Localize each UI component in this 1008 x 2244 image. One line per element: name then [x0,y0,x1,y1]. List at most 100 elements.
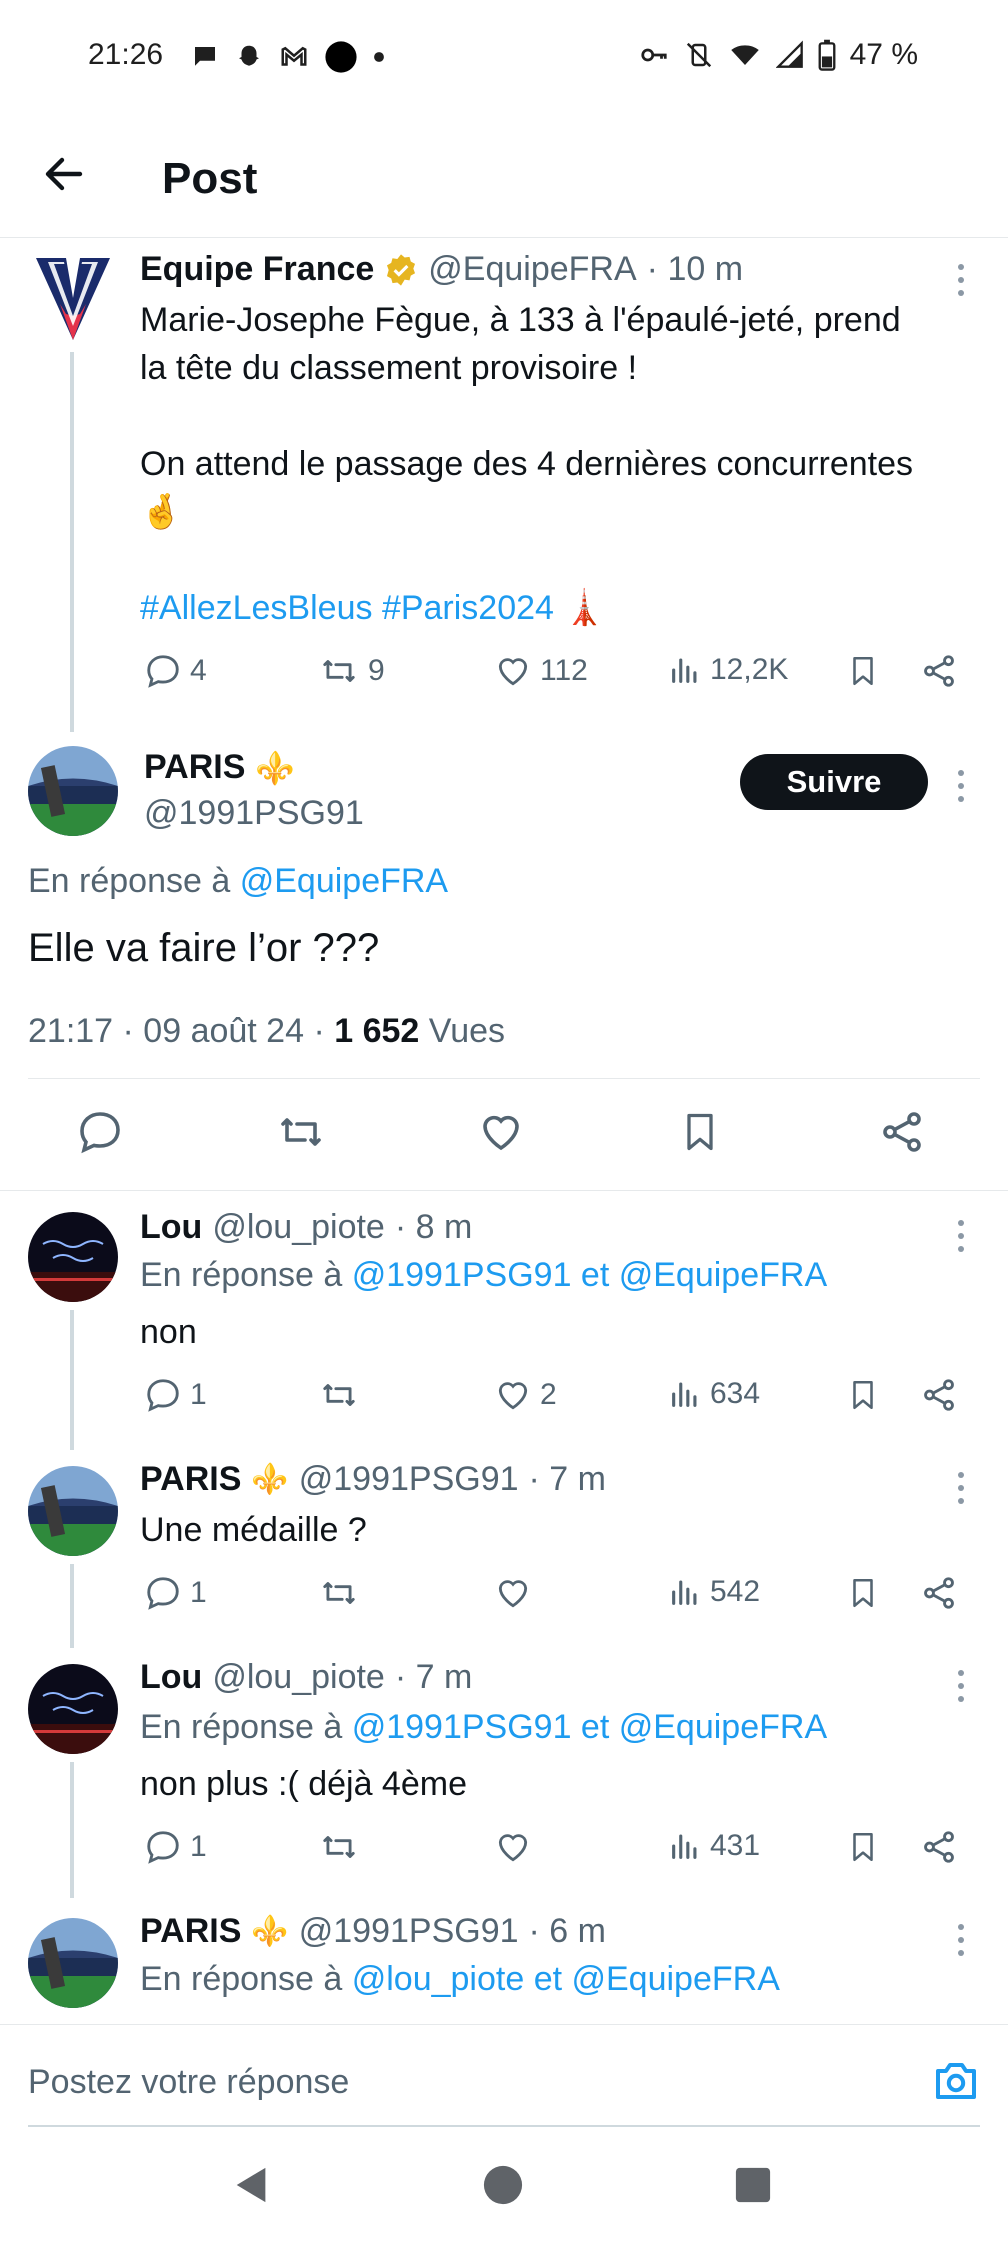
threads-dot-icon [324,40,358,74]
notification-icons [190,40,386,74]
main-tweet-text: Elle va faire l’or ??? [28,926,380,970]
hashtag-link[interactable]: #Paris2024 [382,589,554,627]
fleur-de-lis-emoji: ⚜️ [251,1915,289,1948]
like-button[interactable]: 112 [494,652,588,690]
views-label: Vues [428,1012,506,1050]
reply-button[interactable]: 1 [144,1828,207,1866]
avatar[interactable] [28,1918,118,2008]
retweet-icon[interactable] [274,1108,328,1156]
share-button[interactable] [920,1376,958,1414]
author-handle[interactable]: @lou_piote [212,1658,385,1697]
back-arrow-icon[interactable] [40,150,88,198]
fleur-de-lis-emoji: ⚜️ [251,1463,289,1496]
reply-mention-link[interactable]: @1991PSG91 et @EquipeFRA [352,1256,827,1294]
tweet-time: · 10 m [646,250,744,288]
reply-icon[interactable] [76,1108,124,1156]
views-chart-icon [672,1580,697,1605]
author-name[interactable]: PARIS [140,1912,241,1951]
avatar[interactable] [28,1664,118,1754]
more-options-icon[interactable] [955,264,967,296]
views-button[interactable]: 12,2K [668,652,788,688]
tweet-meta: 21:17 · 09 août 24 · 1 652 Vues [28,1012,505,1051]
views-count: 542 [710,1575,761,1608]
retweet-button[interactable]: 9 [318,652,385,690]
share-button[interactable] [920,1574,958,1612]
chat-bubble-icon [190,42,220,72]
bookmark-icon[interactable] [678,1108,722,1156]
retweet-button[interactable] [318,1376,368,1414]
thread-line [70,1310,74,1450]
reply-text: Une médaille ? [140,1511,367,1549]
views-chart-icon [672,1834,697,1859]
share-icon [924,655,954,687]
tweet-actions: 4 9 112 12,2K [140,652,960,698]
retweet-button[interactable] [318,1828,360,1866]
stadium-avatar-icon [28,1466,118,1556]
more-options-icon[interactable] [955,1220,967,1252]
tweet-body: Marie-Josephe Fègue, à 133 à l'épaulé-je… [140,296,990,632]
share-button[interactable] [920,652,958,690]
nav-home-icon[interactable] [482,2164,524,2206]
reply-button[interactable]: 1 [144,1574,207,1612]
heart-icon[interactable] [477,1108,525,1156]
retweet-icon [323,1582,355,1604]
share-icon[interactable] [878,1108,926,1156]
more-options-icon[interactable] [955,770,967,802]
views-button[interactable]: 634 [668,1376,760,1412]
tweet-time: · 7 m [528,1460,606,1498]
thread-line [70,352,74,732]
nav-back-icon[interactable] [232,2164,272,2206]
tweet-time: · 7 m [394,1658,473,1696]
like-button[interactable] [494,1574,532,1612]
follow-button[interactable]: Suivre [740,754,928,810]
bookmark-button[interactable] [846,1376,880,1414]
avatar[interactable] [28,1212,118,1302]
avatar[interactable] [28,254,118,349]
reply-mention-link[interactable]: @1991PSG91 et @EquipeFRA [352,1708,827,1746]
bookmark-button[interactable] [846,1574,880,1612]
bookmark-button[interactable] [846,1828,880,1866]
author-handle[interactable]: @1991PSG91 [299,1460,519,1499]
tweet-text-line: la tête du classement provisoire ! [140,349,638,387]
hashtag-link[interactable]: #AllezLesBleus [140,589,372,627]
author-name[interactable]: PARIS [144,748,245,787]
views-count: 12,2K [710,653,789,686]
fingers-crossed-emoji: 🤞 [140,493,183,531]
like-button[interactable] [494,1828,532,1866]
reply-input[interactable]: Postez votre réponse [28,2063,349,2102]
neon-sign-avatar-icon [28,1664,118,1754]
divider [0,1190,1008,1191]
avatar[interactable] [28,1466,118,1556]
reply-mention-link[interactable]: @EquipeFRA [240,862,448,900]
reply-button[interactable]: 4 [144,652,207,690]
author-name[interactable]: Equipe France [140,250,374,289]
like-button[interactable]: 2 [494,1376,557,1414]
avatar[interactable] [28,746,118,836]
author-name[interactable]: Lou [140,1658,202,1697]
author-handle[interactable]: @1991PSG91 [299,1912,519,1951]
retweet-count: 9 [368,654,385,687]
author-name[interactable]: PARIS [140,1460,241,1499]
retweet-button[interactable] [318,1574,360,1612]
author-name[interactable]: Lou [140,1208,202,1247]
share-icon [924,1379,954,1411]
views-button[interactable]: 431 [668,1828,760,1864]
neon-sign-avatar-icon [28,1212,118,1302]
reply-context: En réponse à @1991PSG91 et @EquipeFRA [140,1708,827,1747]
reply-button[interactable]: 1 [144,1376,207,1414]
camera-icon[interactable] [932,2059,980,2103]
battery-percentage: 47 % [849,38,918,71]
reply-icon [147,1577,179,1610]
author-handle[interactable]: @EquipeFRA [428,250,636,289]
reply-mention-link[interactable]: @lou_piote et @EquipeFRA [352,1960,780,1998]
author-handle[interactable]: @1991PSG91 [144,794,364,833]
more-options-icon[interactable] [955,1472,967,1504]
nav-recents-icon[interactable] [734,2166,772,2204]
share-button[interactable] [920,1828,958,1866]
views-button[interactable]: 542 [668,1574,760,1610]
reply-header: Lou @lou_piote · 8 m [140,1208,472,1247]
bookmark-button[interactable] [846,652,880,690]
more-options-icon[interactable] [955,1670,967,1702]
more-options-icon[interactable] [955,1924,967,1956]
author-handle[interactable]: @lou_piote [212,1208,385,1247]
